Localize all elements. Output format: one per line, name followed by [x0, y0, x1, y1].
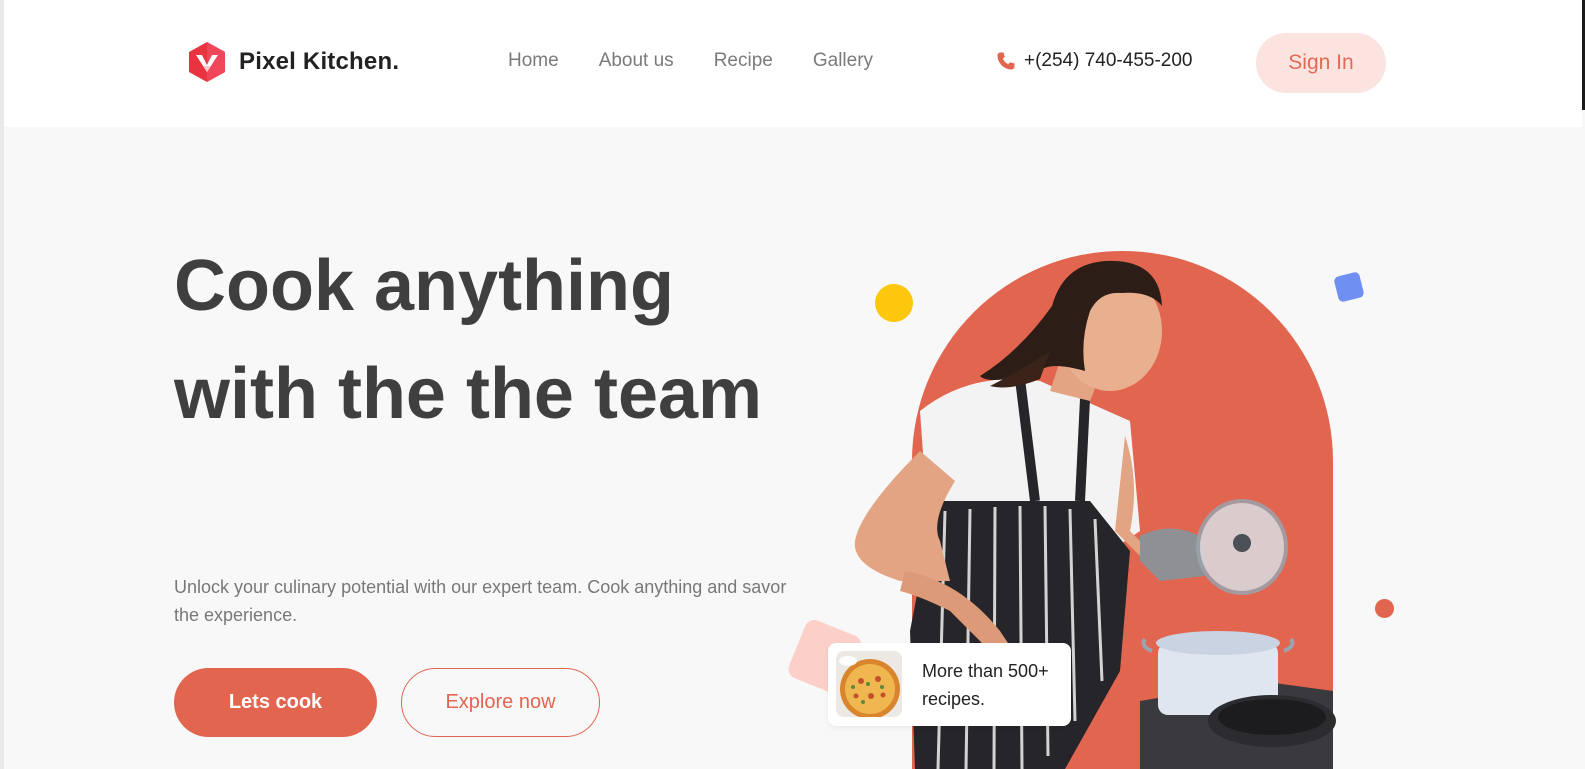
recipes-count-text: More than 500+ recipes. [922, 661, 1049, 709]
phone-contact[interactable]: +(254) 740-455-200 [996, 50, 1193, 72]
pizza-thumbnail [836, 651, 902, 717]
nav-recipe[interactable]: Recipe [714, 50, 773, 72]
hero-description: Unlock your culinary potential with our … [174, 577, 787, 625]
site-header: Pixel Kitchen. Home About us Recipe Gall… [4, 0, 1582, 127]
hexagon-logo-icon [189, 42, 225, 82]
brand-name: Pixel Kitchen. [239, 48, 400, 75]
explore-now-button[interactable]: Explore now [401, 668, 600, 737]
nav-gallery[interactable]: Gallery [813, 50, 873, 72]
sign-in-button[interactable]: Sign In [1256, 33, 1386, 93]
decorative-red-dot [1375, 599, 1394, 618]
nav-about-us[interactable]: About us [599, 50, 674, 72]
recipes-count-card[interactable]: More than 500+ recipes. [828, 643, 1071, 726]
lets-cook-button[interactable]: Lets cook [174, 668, 377, 737]
brand-logo[interactable]: Pixel Kitchen. [187, 40, 399, 84]
phone-icon [997, 52, 1015, 70]
phone-number: +(254) 740-455-200 [1024, 50, 1193, 71]
nav-home[interactable]: Home [508, 50, 559, 72]
hero-title: Cook anything with the the team [174, 246, 763, 434]
main-nav: Home About us Recipe Gallery [508, 50, 873, 72]
